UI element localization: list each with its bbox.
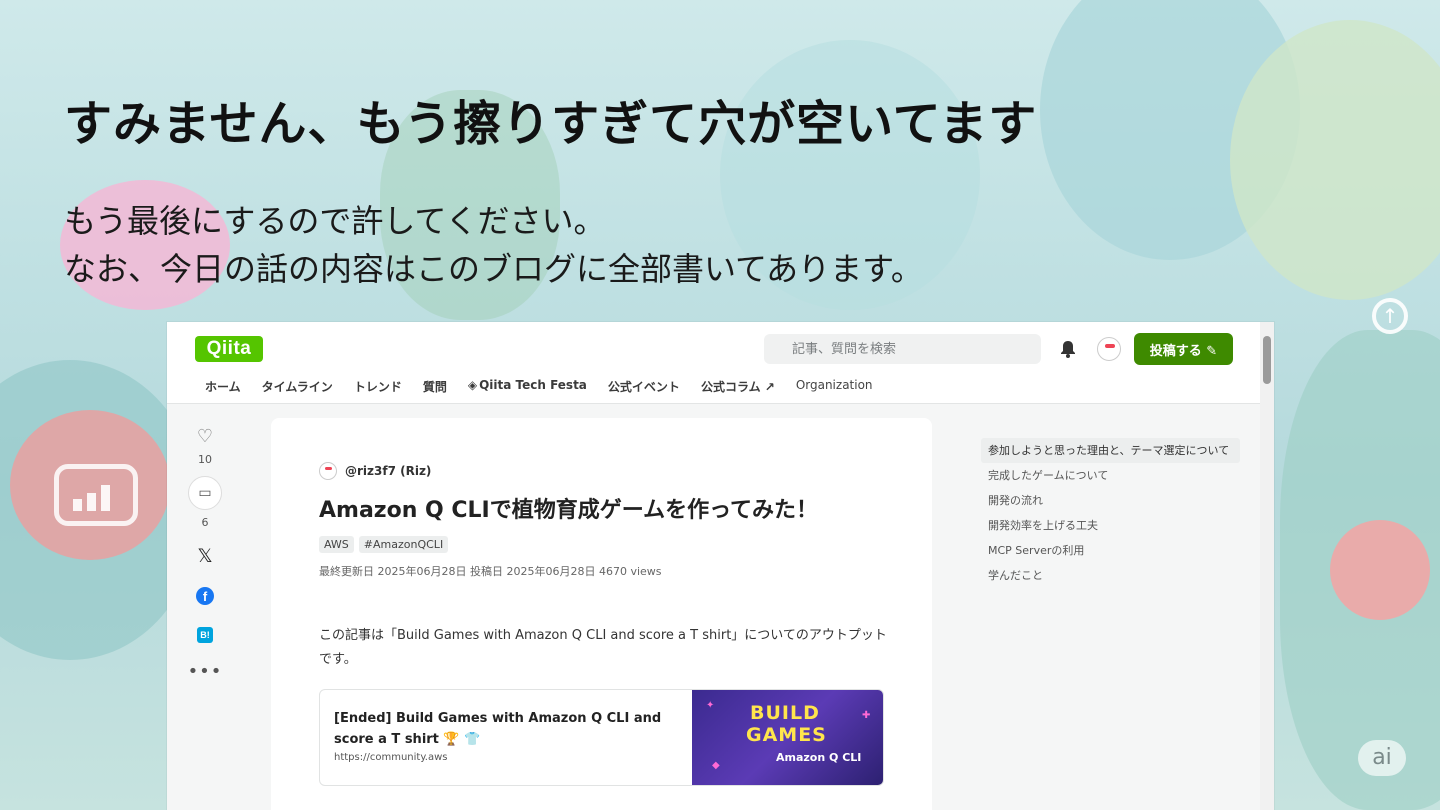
link-card[interactable]: [Ended] Build Games with Amazon Q CLI an… (319, 689, 884, 786)
toc-item[interactable]: MCP Serverの利用 (981, 538, 1240, 563)
more-icon[interactable]: ••• (187, 661, 223, 682)
stock-count: 6 (201, 516, 209, 529)
slide-title: すみません、もう擦りすぎて穴が空いてます (64, 96, 1038, 152)
nav-tech-festa-label: Qiita Tech Festa (479, 378, 587, 392)
article-meta: 最終更新日 2025年06月28日 投稿日 2025年06月28日 4670 v… (319, 565, 662, 578)
slide-subtitle-line1: もう最後にするので許してください。 (64, 202, 606, 240)
arrow-up-icon: ↑ (1372, 298, 1408, 334)
slide-subtitle-line2: なお、今日の話の内容はこのブログに全部書いてあります。 (64, 250, 923, 288)
sparkle-icon: ✦ (706, 700, 715, 711)
nav-questions[interactable]: 質問 (423, 378, 447, 395)
qiita-header: Qiita 投稿する ✎ ホーム タイムライン トレンド 質問 ◈Qiita T… (167, 322, 1274, 404)
tag-list: AWS #AmazonQCLI (319, 536, 449, 553)
scrollbar[interactable] (1260, 322, 1274, 810)
article-actions: ♡ 10 ▭ 6 𝕏 f B! ••• (187, 426, 223, 682)
tag[interactable]: AWS (319, 536, 354, 553)
thumbnail-text-games: GAMES (746, 724, 827, 746)
sparkle-icon: ◆ (712, 760, 720, 771)
toc-item[interactable]: 開発効率を上げる工夫 (981, 513, 1240, 538)
bell-icon[interactable] (1060, 340, 1076, 358)
thumbnail-text-build: BUILD (750, 702, 820, 724)
toc-item[interactable]: 学んだこと (981, 563, 1240, 588)
nav-timeline[interactable]: タイムライン (262, 378, 333, 395)
post-button[interactable]: 投稿する ✎ (1134, 333, 1233, 365)
like-count: 10 (198, 453, 212, 466)
tag[interactable]: #AmazonQCLI (358, 536, 449, 553)
thumbnail-text-amazon-q: Amazon Q CLI (776, 751, 862, 764)
author-name: @riz3f7 (Riz) (345, 464, 432, 478)
article-title: Amazon Q CLIで植物育成ゲームを作ってみた！ (319, 498, 818, 523)
toc-item[interactable]: 参加しようと思った理由と、テーマ選定について (981, 438, 1240, 463)
article-body: この記事は「Build Games with Amazon Q CLI and … (319, 628, 887, 667)
nav-trend[interactable]: トレンド (354, 378, 402, 395)
nav-organization[interactable]: Organization (796, 378, 873, 395)
toc-item[interactable]: 完成したゲームについて (981, 463, 1240, 488)
main-nav: ホーム タイムライン トレンド 質問 ◈ Qiita Tech Festa 公式イ… (205, 378, 873, 395)
qiita-logo[interactable]: Qiita (195, 336, 263, 362)
link-card-url: https://community.aws (334, 752, 448, 763)
tech-festa-icon: ◈ (467, 378, 478, 392)
x-share-icon[interactable]: 𝕏 (187, 545, 223, 567)
nav-home[interactable]: ホーム (205, 378, 241, 395)
avatar[interactable] (1097, 337, 1121, 361)
chart-icon (54, 464, 138, 526)
table-of-contents: 参加しようと思った理由と、テーマ選定について 完成したゲームについて 開発の流れ… (981, 438, 1240, 588)
stock-button[interactable]: ▭ (188, 476, 222, 510)
hatena-bookmark-icon[interactable]: B! (197, 627, 213, 643)
ai-badge: ai (1358, 740, 1406, 776)
search-input[interactable] (764, 334, 1041, 364)
link-card-title: [Ended] Build Games with Amazon Q CLI an… (334, 711, 662, 747)
link-card-thumbnail: ✦ ✚ ◆ BUILD GAMES Amazon Q CLI (692, 690, 883, 785)
author[interactable]: @riz3f7 (Riz) (319, 462, 431, 480)
bg-flower-decoration (1330, 520, 1430, 620)
facebook-icon[interactable]: f (196, 587, 214, 605)
toc-item[interactable]: 開発の流れ (981, 488, 1240, 513)
qiita-screenshot: Qiita 投稿する ✎ ホーム タイムライン トレンド 質問 ◈Qiita T… (167, 322, 1274, 810)
sparkle-icon: ✚ (862, 710, 871, 721)
scrollbar-thumb[interactable] (1263, 336, 1271, 384)
like-icon[interactable]: ♡ (187, 426, 223, 447)
article-card: @riz3f7 (Riz) Amazon Q CLIで植物育成ゲームを作ってみた… (271, 418, 932, 810)
nav-tech-festa[interactable]: ◈ Qiita Tech Festa (468, 378, 587, 395)
author-avatar (319, 462, 337, 480)
nav-official-events[interactable]: 公式イベント (608, 378, 680, 395)
nav-official-column[interactable]: 公式コラム ↗ (701, 378, 775, 395)
